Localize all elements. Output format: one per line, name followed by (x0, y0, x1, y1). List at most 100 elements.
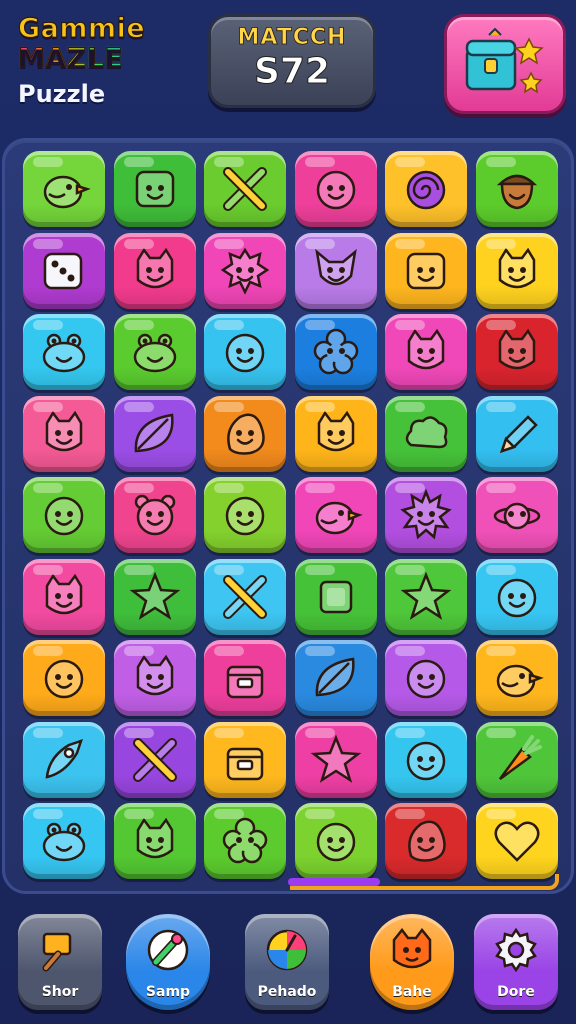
tile-r4-c4[interactable] (294, 395, 377, 472)
tile-r9-c3[interactable] (204, 803, 286, 879)
tile-r7-c4[interactable] (294, 640, 377, 716)
tile-r8-c3[interactable] (204, 721, 286, 798)
fox-face-icon (314, 248, 357, 285)
tile-r7-c5[interactable] (385, 640, 467, 716)
tile-r8-c1[interactable] (23, 721, 105, 798)
spiky-face-icon (220, 247, 270, 295)
star-icon (400, 571, 452, 620)
tile-r9-c5[interactable] (385, 803, 467, 879)
cat-face-icon (136, 817, 173, 859)
score-title: MATCCH (237, 25, 347, 51)
tile-r5-c6[interactable] (475, 477, 558, 553)
tile-r6-c4[interactable] (294, 558, 377, 635)
cat-icon (392, 928, 432, 969)
tile-r3-c4[interactable] (294, 314, 377, 390)
tile-r1-c4[interactable] (294, 151, 377, 227)
blob-icon (227, 413, 265, 455)
tile-r7-c3[interactable] (204, 640, 286, 716)
tile-r3-c1[interactable] (23, 314, 105, 390)
tile-r3-c2[interactable] (113, 314, 196, 390)
tile-r2-c5[interactable] (385, 232, 467, 309)
tile-r2-c4[interactable] (294, 232, 377, 309)
tile-r4-c6[interactable] (475, 395, 558, 472)
hammer-icon (42, 932, 72, 972)
chest-button[interactable] (444, 14, 566, 114)
tile-r8-c6[interactable] (475, 721, 558, 798)
crossed-tools-icon (132, 737, 177, 782)
bottom-button-label: Dore (497, 984, 535, 1000)
face-icon (497, 578, 536, 617)
tile-r3-c6[interactable] (475, 314, 558, 390)
tile-r1-c2[interactable] (113, 151, 196, 227)
game-logo: Gammie MAZLE Puzzle (17, 13, 188, 108)
tile-r6-c2[interactable] (113, 558, 196, 635)
tile-r9-c6[interactable] (475, 803, 558, 879)
cat-face-icon (317, 410, 354, 451)
leaf-icon (134, 413, 174, 452)
tile-r5-c4[interactable] (294, 477, 377, 553)
tile-r5-c1[interactable] (23, 477, 105, 553)
bottom-button-3[interactable]: Pehado (245, 914, 329, 1010)
acorn-icon (496, 174, 537, 210)
tile-r5-c3[interactable] (204, 477, 286, 553)
star-icon (310, 734, 361, 783)
square-face-icon (135, 170, 174, 208)
face-icon (225, 496, 265, 536)
tile-r8-c4[interactable] (294, 721, 377, 798)
tile-r4-c3[interactable] (204, 395, 286, 472)
flower-icon (313, 328, 358, 375)
face-icon (316, 170, 355, 210)
tile-r3-c3[interactable] (204, 314, 286, 390)
face-icon (44, 496, 84, 536)
tile-r1-c6[interactable] (475, 151, 558, 227)
cat-face-icon (45, 573, 83, 614)
tile-r6-c6[interactable] (475, 558, 558, 635)
square-icon (319, 580, 352, 613)
bottom-button-4[interactable]: Bahe (370, 914, 454, 1010)
color-wheel-icon (266, 929, 308, 971)
square-face-icon (406, 252, 446, 289)
cat-face-icon (498, 328, 535, 370)
tile-r4-c2[interactable] (113, 395, 196, 472)
tile-r2-c1[interactable] (23, 232, 105, 309)
frog-icon (133, 333, 176, 373)
bottom-button-2[interactable]: Samp (126, 914, 210, 1010)
tile-r5-c5[interactable] (385, 477, 467, 553)
tile-r8-c5[interactable] (385, 721, 467, 798)
tile-r9-c2[interactable] (113, 803, 196, 879)
tile-r2-c6[interactable] (475, 232, 558, 309)
face-icon (406, 659, 446, 699)
tile-r2-c2[interactable] (113, 232, 196, 309)
tile-r5-c2[interactable] (113, 477, 196, 553)
tile-r7-c6[interactable] (475, 640, 558, 716)
cat-face-icon (45, 410, 83, 451)
tile-r6-c5[interactable] (385, 558, 467, 635)
tile-r8-c2[interactable] (113, 721, 196, 798)
tile-r1-c3[interactable] (204, 151, 286, 227)
cat-face-icon (136, 654, 173, 696)
tile-r6-c1[interactable] (23, 558, 105, 635)
face-icon (44, 659, 84, 699)
box-icon (226, 665, 264, 699)
bottom-button-label: Shor (41, 984, 79, 1000)
board-accent-purple (288, 878, 380, 886)
tile-r4-c1[interactable] (23, 395, 105, 472)
box-icon (226, 747, 264, 780)
crossed-tools-icon (223, 167, 267, 211)
bottom-button-1[interactable]: Shor (18, 914, 102, 1010)
tile-r9-c4[interactable] (294, 803, 377, 879)
tile-r1-c5[interactable] (385, 151, 467, 227)
tile-r1-c1[interactable] (23, 151, 105, 227)
tile-r2-c3[interactable] (204, 232, 286, 309)
tile-r4-c5[interactable] (385, 395, 467, 472)
tile-r6-c3[interactable] (204, 558, 286, 635)
face-icon (316, 822, 355, 862)
tile-r7-c1[interactable] (23, 640, 105, 716)
tile-r3-c5[interactable] (385, 314, 467, 390)
brush-icon (147, 929, 189, 971)
cat-face-icon (136, 247, 173, 288)
logo-title-line2: MAZLE (17, 43, 188, 74)
tile-r9-c1[interactable] (23, 803, 105, 879)
tile-r7-c2[interactable] (113, 640, 196, 716)
bottom-button-5[interactable]: Dore (474, 914, 558, 1010)
